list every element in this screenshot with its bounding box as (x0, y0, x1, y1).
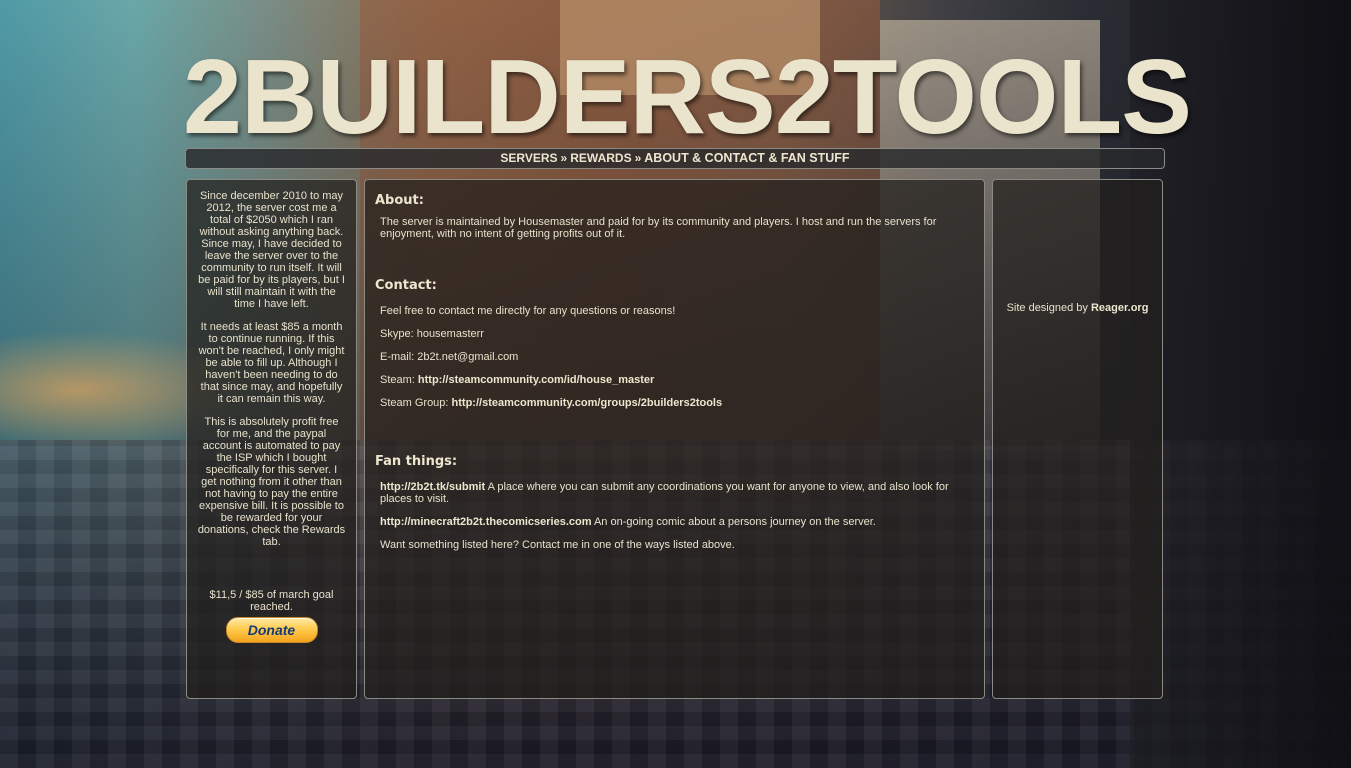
sidebar-panel: Since december 2010 to may 2012, the ser… (186, 179, 357, 699)
nav-separator: » (560, 151, 568, 165)
contact-skype: Skype: housemasterr (380, 328, 974, 340)
sidebar-paragraph: It needs at least $85 a month to continu… (198, 321, 345, 405)
fan-item-text: An on-going comic about a persons journe… (593, 516, 876, 528)
credit-link[interactable]: Reager.org (1091, 302, 1148, 314)
steam-group-link[interactable]: http://steamcommunity.com/groups/2builde… (452, 397, 723, 409)
credit-panel: Site designed by Reager.org (992, 179, 1163, 699)
contact-section: Feel free to contact me directly for any… (375, 305, 974, 409)
about-text: The server is maintained by Housemaster … (380, 216, 937, 240)
fan-heading: Fan things: (375, 454, 458, 469)
fan-section: http://2b2t.tk/submit A place where you … (375, 481, 974, 551)
site-credit: Site designed by Reager.org (993, 302, 1162, 314)
fan-footer: Want something listed here? Contact me i… (380, 539, 735, 551)
donate-button[interactable]: Donate (225, 617, 318, 643)
contact-steam-group: Steam Group: http://steamcommunity.com/g… (380, 397, 974, 409)
skype-label: Skype: (380, 328, 414, 340)
email-label: E-mail: (380, 351, 415, 363)
contact-heading: Contact: (375, 278, 437, 293)
fan-item: http://minecraft2b2t.thecomicseries.com … (380, 516, 974, 528)
donation-goal-text: $11,5 / $85 of march goal reached. (209, 589, 334, 613)
steam-profile-link[interactable]: http://steamcommunity.com/id/house_maste… (418, 374, 654, 386)
credit-prefix: Site designed by (1006, 302, 1088, 314)
contact-intro: Feel free to contact me directly for any… (380, 305, 676, 317)
site-title: 2BUILDERS2TOOLS (183, 38, 1192, 156)
nav-separator: » (634, 151, 642, 165)
contact-email: E-mail: 2b2t.net@gmail.com (380, 351, 974, 363)
main-panel: About: The server is maintained by House… (364, 179, 985, 699)
sidebar-paragraph: This is absolutely profit free for me, a… (197, 416, 346, 548)
about-heading: About: (375, 193, 424, 208)
fan-link-comic[interactable]: http://minecraft2b2t.thecomicseries.com (380, 516, 592, 528)
nav-link-servers[interactable]: Servers (500, 151, 557, 165)
sidebar-paragraph: Since december 2010 to may 2012, the ser… (198, 190, 345, 310)
about-section: The server is maintained by Housemaster … (375, 216, 974, 278)
steam-label: Steam: (380, 374, 415, 386)
skype-value: housemasterr (416, 328, 484, 340)
fan-item: http://2b2t.tk/submit A place where you … (380, 481, 974, 505)
nav-link-about[interactable]: ABOUT & CONTACT & FAN STUFF (644, 151, 849, 165)
nav-link-rewards[interactable]: Rewards (570, 151, 631, 165)
steam-group-label: Steam Group: (380, 397, 449, 409)
email-value: 2b2t.net@gmail.com (417, 351, 519, 363)
fan-link-submit[interactable]: http://2b2t.tk/submit (380, 481, 485, 493)
nav-bar: Servers» Rewards» ABOUT & CONTACT & FAN ST… (185, 148, 1165, 169)
contact-steam: Steam: http://steamcommunity.com/id/hous… (380, 374, 974, 386)
